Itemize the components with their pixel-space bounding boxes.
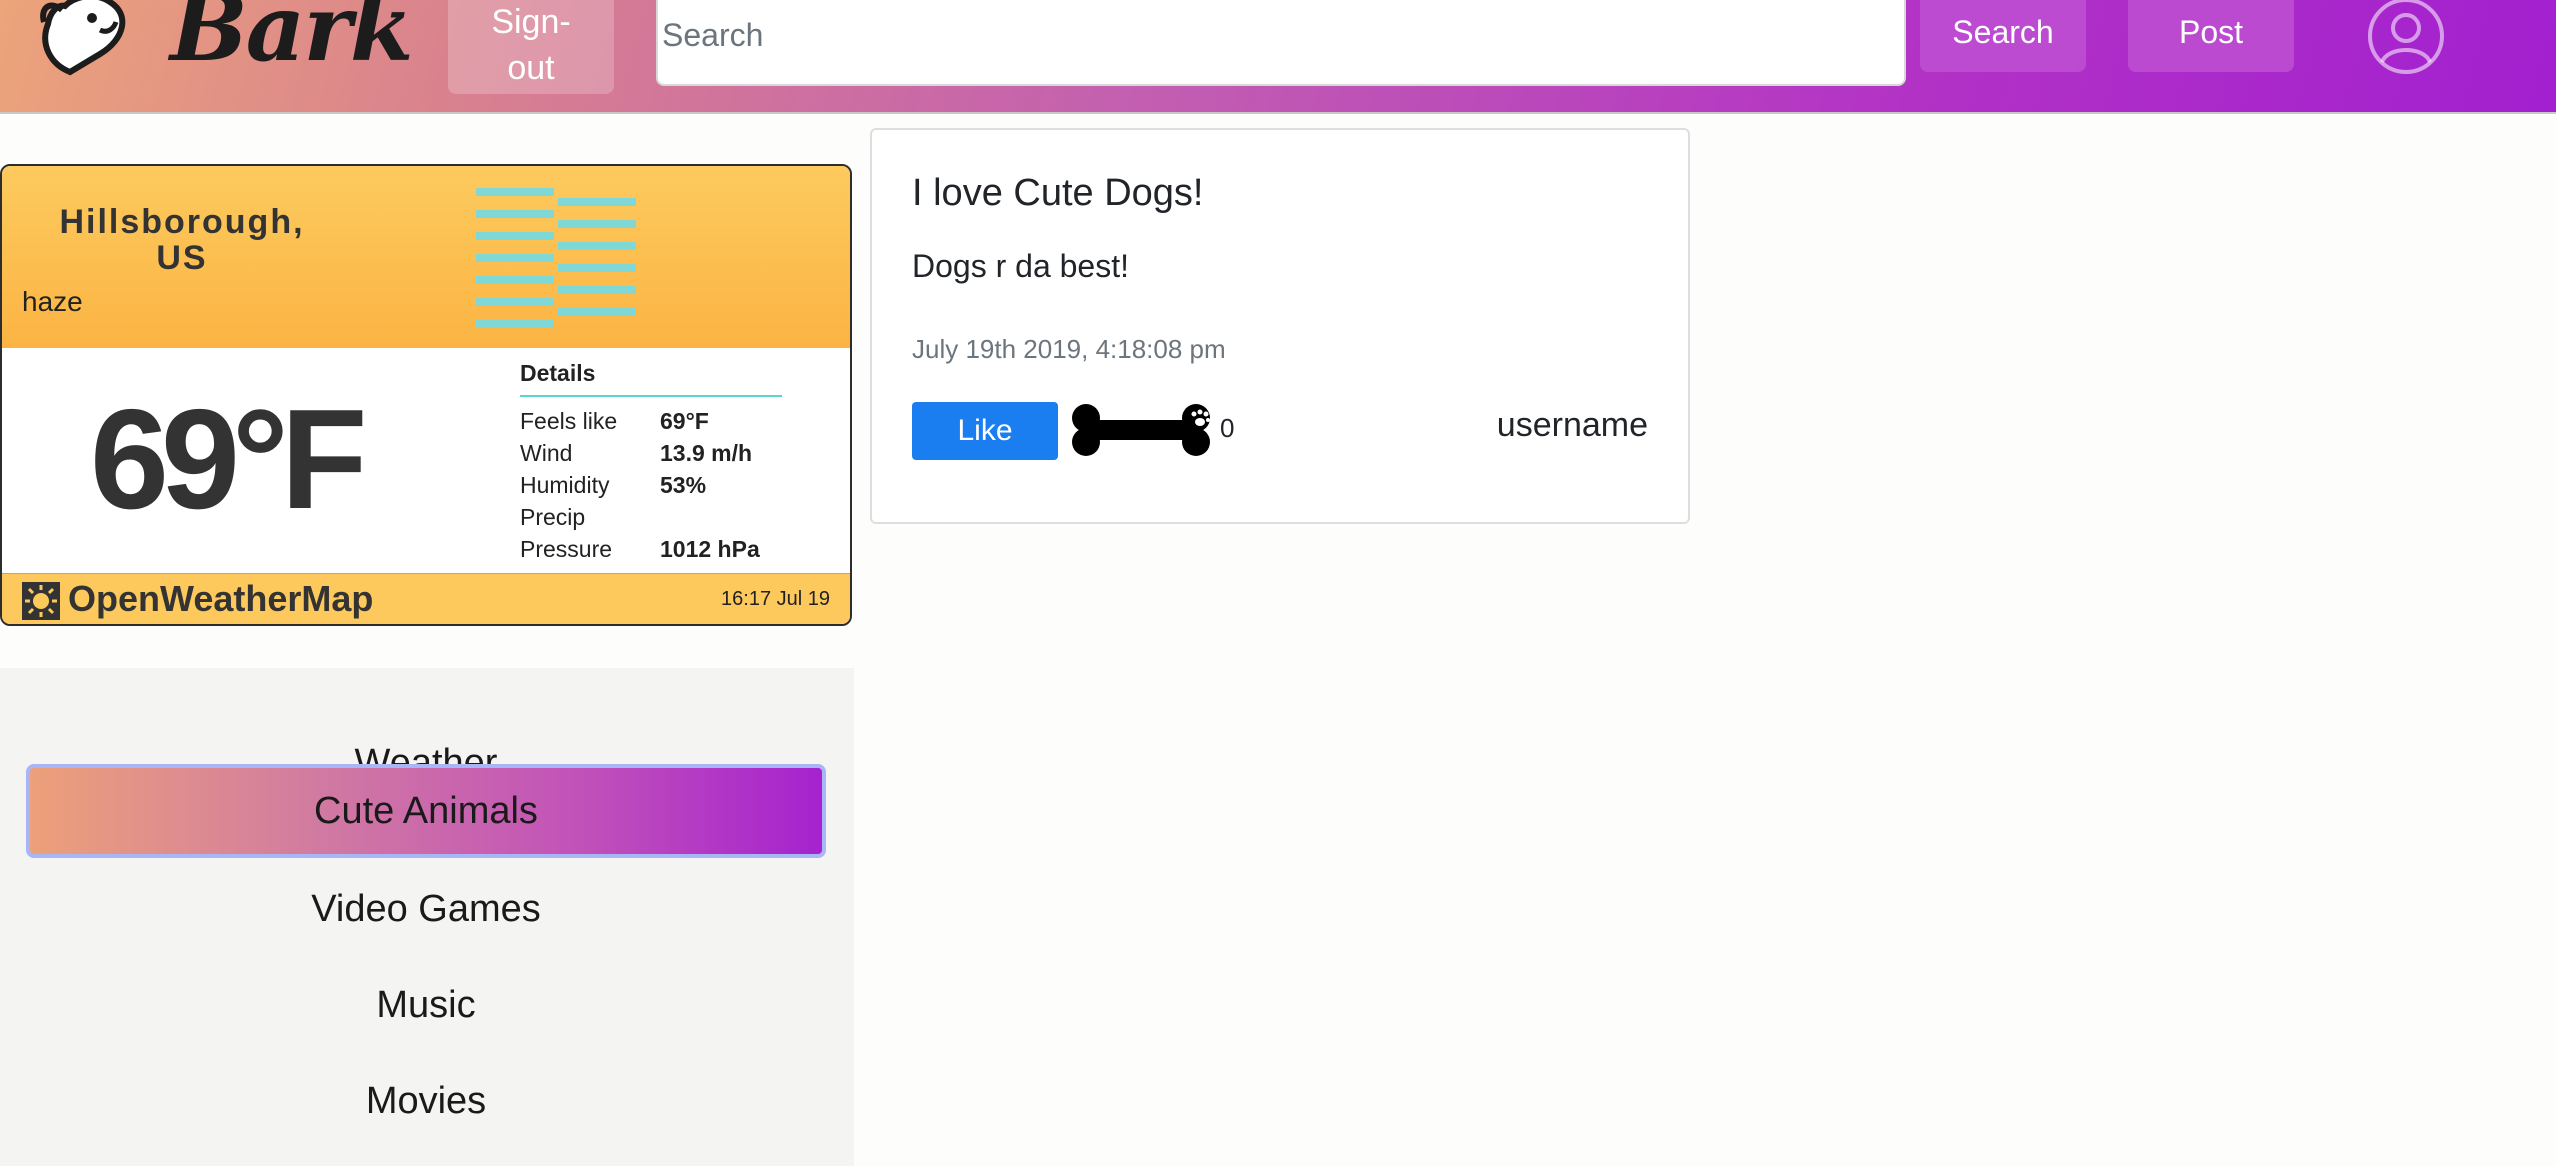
detail-label: Pressure [520,535,613,562]
post-card: I love Cute Dogs! Dogs r da best! July 1… [870,128,1690,524]
openweathermap-sun-icon[interactable] [22,582,60,620]
like-button[interactable]: Like [912,402,1058,460]
detail-label: Humidity [520,471,610,498]
post-body: Dogs r da best! [912,248,1129,284]
weather-header: Hillsborough, US haze [2,166,850,348]
sign-out-button[interactable]: Sign- out [448,0,614,94]
category-item-video-games[interactable]: Video Games [26,862,826,956]
weather-widget: Hillsborough, US haze 69°F Details Feels… [0,164,852,626]
weather-temperature: 69°F [90,380,367,539]
weather-details-title: Details [520,360,782,397]
weather-footer: OpenWeatherMap 16:17 Jul 19 [2,573,850,624]
bark-logo[interactable]: Bark [30,0,414,88]
weather-detail-row: Humidity 53% [520,469,782,501]
bone-paw-icon [1072,404,1210,456]
post-title: I love Cute Dogs! [912,172,1204,214]
weather-detail-row: Pressure 1012 hPa [520,533,782,565]
weather-detail-row: Precip [520,501,782,533]
dog-logo-icon [40,0,126,76]
search-button[interactable]: Search [1920,0,2086,72]
sign-out-label: Sign- out [491,3,571,87]
post-author[interactable]: username [1497,406,1648,445]
weather-detail-row: Wind 13.9 m/h [520,437,782,469]
detail-label: Feels like [520,407,618,434]
weather-details: Details Feels like 69°F Wind 13.9 m/h Hu… [520,360,782,565]
detail-label: Wind [520,439,573,466]
haze-lines-icon [476,188,636,328]
category-item-cute-animals[interactable]: Cute Animals [26,764,826,858]
top-navbar: Bark Sign- out Search Post [0,0,2556,114]
weather-city: Hillsborough, US [59,203,305,277]
detail-label: Precip [520,503,586,530]
category-item-movies[interactable]: Movies [26,1054,826,1148]
category-item-music[interactable]: Music [26,958,826,1052]
detail-value: 69°F [660,407,709,434]
weather-detail-row: Feels like 69°F [520,405,782,437]
category-list: Weather Cute Animals Video Games Music M… [0,668,854,1166]
weather-description: haze [22,286,83,317]
user-avatar-icon[interactable] [2366,0,2446,76]
detail-value: 53% [660,471,707,498]
detail-value: 1012 hPa [660,535,760,562]
logo-text: Bark [170,0,414,82]
search-input[interactable] [656,0,1906,86]
post-timestamp: July 19th 2019, 4:18:08 pm [912,334,1226,364]
weather-provider-link[interactable]: OpenWeatherMap [68,578,373,620]
like-count: 0 [1220,413,1235,443]
post-button[interactable]: Post [2128,0,2294,72]
detail-value: 13.9 m/h [660,439,753,466]
weather-updated-time: 16:17 Jul 19 [721,588,830,610]
